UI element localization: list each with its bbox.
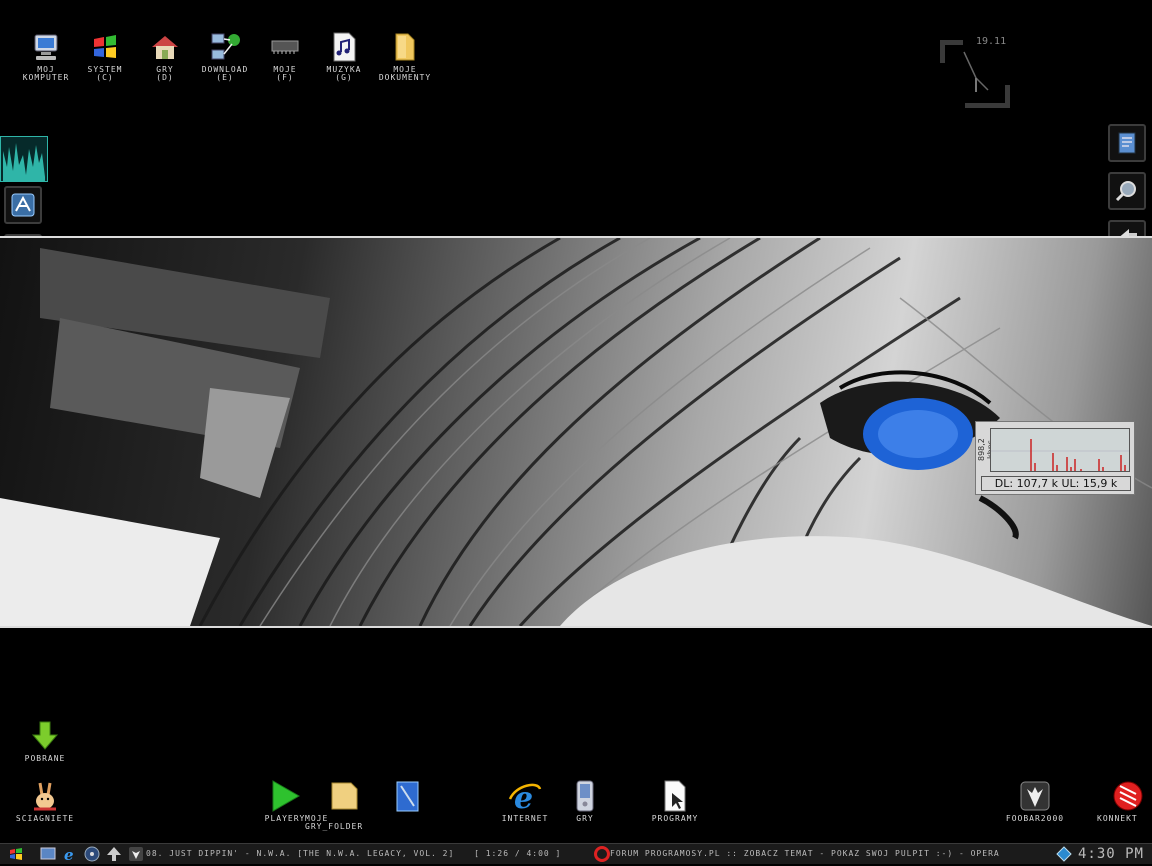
svg-text:e: e bbox=[64, 846, 74, 862]
opera-icon bbox=[594, 846, 610, 862]
desktop-icon-moje-gry-folder[interactable]: MOJE GRY_FOLDER bbox=[305, 779, 383, 831]
folder-icon bbox=[327, 779, 361, 813]
taskbar: e 08. JUST DIPPIN' - N.W.A. [THE N.W.A. … bbox=[0, 843, 1152, 864]
taskbar-now-playing[interactable]: 08. JUST DIPPIN' - N.W.A. [THE N.W.A. LE… bbox=[146, 849, 561, 858]
folder-shortcut-icon[interactable] bbox=[392, 780, 426, 814]
notepad-icon bbox=[1115, 131, 1139, 155]
icon-label: GRY bbox=[576, 814, 594, 823]
network-rate-label: 898,2 kbps bbox=[977, 438, 995, 462]
network-icon bbox=[208, 30, 242, 64]
clock-hands bbox=[963, 51, 989, 92]
desktop-icon-moje-dokumenty[interactable]: MOJE DOKUMENTY bbox=[367, 30, 443, 82]
start-button[interactable] bbox=[8, 846, 24, 862]
desktop-icon-foobar2000[interactable]: FOOBAR2000 bbox=[997, 779, 1073, 823]
icon-label: KONNEKT bbox=[1097, 814, 1138, 823]
network-readout: DL: 107,7 k UL: 15,9 k bbox=[981, 476, 1131, 491]
quicklaunch-foobar-icon[interactable] bbox=[128, 846, 144, 862]
now-playing-title: 08. JUST DIPPIN' - N.W.A. [THE N.W.A. LE… bbox=[146, 849, 455, 858]
network-meter-widget: 898,2 kbps DL: 107,7 k UL: 15,9 k bbox=[975, 421, 1135, 495]
konnekt-icon bbox=[1111, 779, 1145, 813]
bunny-icon bbox=[28, 779, 62, 813]
quicklaunch-arrow-icon[interactable] bbox=[106, 846, 122, 862]
dock-button-notes[interactable] bbox=[1108, 124, 1146, 162]
tray-network-icon[interactable] bbox=[1056, 846, 1072, 862]
folder-icon bbox=[388, 30, 422, 64]
memory-chip-icon bbox=[268, 30, 302, 64]
play-icon bbox=[268, 779, 302, 813]
clock-widget: 19.11 bbox=[938, 36, 1012, 110]
icon-label: MOJE DOKUMENTY bbox=[378, 65, 432, 82]
dock-button-search[interactable] bbox=[1108, 172, 1146, 210]
clock-time: 19.11 bbox=[976, 36, 1007, 47]
visualizer-icon[interactable] bbox=[0, 136, 48, 182]
search-icon bbox=[1115, 179, 1139, 203]
download-arrow-icon bbox=[28, 719, 62, 753]
desktop-icon-pobrane[interactable]: POBRANE bbox=[7, 719, 83, 763]
network-graph bbox=[990, 428, 1130, 472]
app-icon bbox=[11, 193, 35, 217]
desktop-icon-gry[interactable]: GRY bbox=[547, 779, 623, 823]
icon-label: MOJE GRY_FOLDER bbox=[305, 814, 364, 831]
foobar-icon bbox=[1018, 779, 1052, 813]
home-icon bbox=[148, 30, 182, 64]
tray-clock: 4:30 PM bbox=[1077, 846, 1144, 862]
computer-icon bbox=[29, 30, 63, 64]
quicklaunch-media-icon[interactable] bbox=[84, 846, 100, 862]
internet-explorer-icon: e bbox=[508, 779, 542, 816]
quicklaunch-desktop-icon[interactable] bbox=[40, 846, 56, 862]
music-file-icon bbox=[327, 30, 361, 64]
windows-logo-icon bbox=[88, 30, 122, 64]
taskbar-window-opera[interactable]: FORUM PROGRAMOSY.PL :: ZOBACZ TEMAT - PO… bbox=[610, 849, 1000, 858]
icon-label: PROGRAMY bbox=[651, 814, 699, 823]
desktop-icon-konnekt[interactable]: KONNEKT bbox=[1087, 779, 1152, 823]
desktop-icon-sciagniete[interactable]: SCIAGNIETE bbox=[7, 779, 83, 823]
desktop-icon-programy[interactable]: PROGRAMY bbox=[637, 779, 713, 823]
now-playing-time: [ 1:26 / 4:00 ] bbox=[474, 849, 562, 858]
icon-label: POBRANE bbox=[24, 754, 66, 763]
dock-button-app[interactable] bbox=[4, 186, 42, 224]
icon-label: SCIAGNIETE bbox=[15, 814, 75, 823]
document-cursor-icon bbox=[658, 779, 692, 813]
pda-icon bbox=[568, 779, 602, 813]
quicklaunch-ie-icon[interactable]: e bbox=[62, 846, 78, 864]
icon-label: FOOBAR2000 bbox=[1005, 814, 1065, 823]
